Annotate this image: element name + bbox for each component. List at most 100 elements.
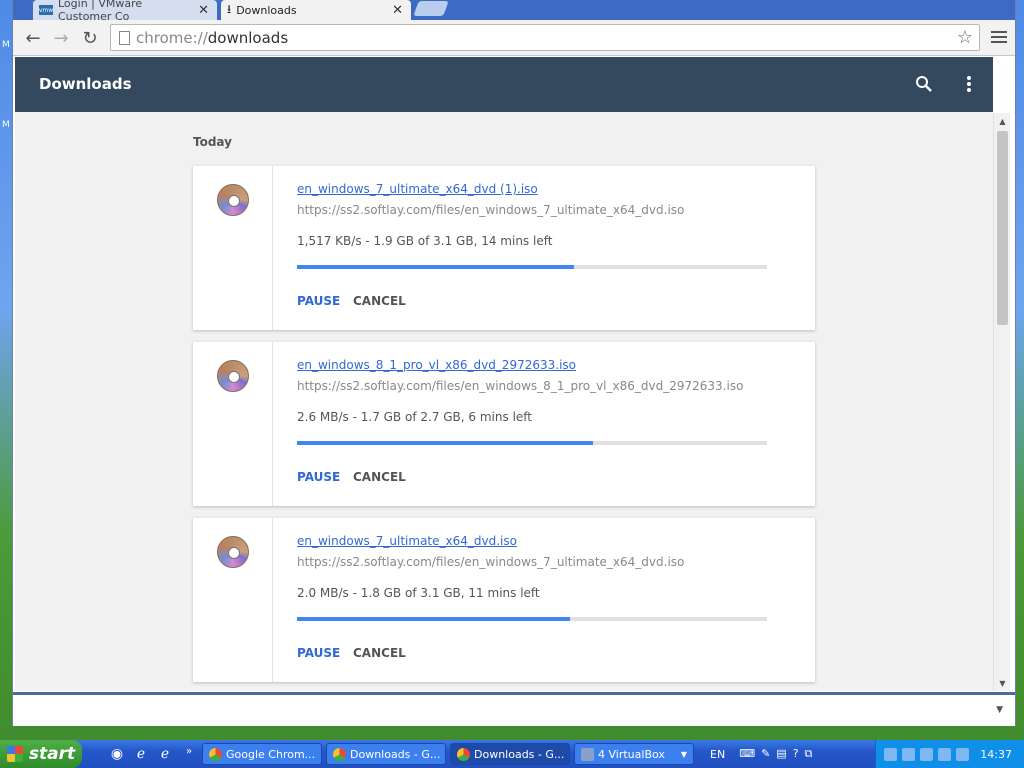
download-shelf: ▼ <box>13 692 1015 726</box>
pause-button[interactable]: PAUSE <box>297 646 340 660</box>
toolbar-icons: ⌨ ✎ ▤ ? ⧉ <box>739 747 812 761</box>
taskbar-button-label: Downloads - G... <box>474 747 565 761</box>
scroll-down-arrow-icon[interactable]: ▼ <box>994 677 1011 689</box>
system-tray: 14:37 <box>875 740 1024 768</box>
download-progress-bar <box>297 441 767 445</box>
url-path: downloads <box>207 28 289 47</box>
disc-image-icon <box>217 184 249 216</box>
close-tab-icon[interactable]: ✕ <box>392 3 403 18</box>
reload-icon[interactable]: ↻ <box>78 26 102 50</box>
file-name-link[interactable]: en_windows_7_ultimate_x64_dvd.iso <box>297 534 517 548</box>
pause-button[interactable]: PAUSE <box>297 294 340 308</box>
security-icon[interactable] <box>920 747 934 761</box>
download-status: 1,517 KB/s - 1.9 GB of 3.1 GB, 14 mins l… <box>297 234 553 248</box>
taskbar-button[interactable]: Downloads - G... <box>326 743 446 765</box>
vmware-icon: vmw <box>38 5 54 15</box>
volume-icon[interactable] <box>938 747 952 761</box>
tab-downloads[interactable]: ⭳ Downloads ✕ <box>221 0 411 20</box>
chat-icon[interactable]: ▤ <box>776 747 786 761</box>
pen-icon[interactable]: ✎ <box>761 747 770 761</box>
desktop-icon-label: M <box>2 40 10 50</box>
windows-logo-icon <box>6 746 23 762</box>
scrollbar-thumb[interactable] <box>997 131 1008 325</box>
ie-icon <box>209 747 222 761</box>
download-status: 2.6 MB/s - 1.7 GB of 2.7 GB, 6 mins left <box>297 410 533 424</box>
downloads-header: Downloads <box>15 57 993 112</box>
file-icon-column <box>193 518 273 682</box>
chrome-icon <box>457 747 470 761</box>
taskbar-button[interactable]: Google Chrom... <box>202 743 322 765</box>
file-name-link[interactable]: en_windows_7_ultimate_x64_dvd (1).iso <box>297 182 538 196</box>
search-tray-icon[interactable] <box>956 747 970 761</box>
desktop-icon-label: M <box>2 120 10 130</box>
chevron-right-icon[interactable]: » <box>180 746 198 762</box>
globe-icon[interactable]: ◉ <box>108 746 126 762</box>
taskbar-button[interactable]: Downloads - G... <box>450 743 570 765</box>
virtualbox-icon <box>581 747 594 761</box>
tab-vmware-login[interactable]: vmw Login | VMware Customer Co ✕ <box>33 0 217 23</box>
ie-icon[interactable]: ℯ <box>156 746 174 762</box>
file-icon-column <box>193 342 273 506</box>
chrome-menu-icon[interactable] <box>991 28 1007 46</box>
search-icon[interactable] <box>915 75 933 93</box>
forward-icon[interactable]: → <box>49 26 73 50</box>
network-icon[interactable] <box>884 747 898 761</box>
url-scheme: chrome:// <box>136 28 208 47</box>
group-dropdown-icon: ▼ <box>680 749 687 759</box>
download-progress-bar <box>297 617 767 621</box>
start-button[interactable]: start <box>0 740 82 768</box>
cancel-button[interactable]: CANCEL <box>353 646 406 660</box>
shelf-chevron-down-icon[interactable]: ▼ <box>996 705 1003 715</box>
date-section-title: Today <box>193 135 232 149</box>
address-bar[interactable]: chrome:// downloads ☆ <box>110 24 980 51</box>
chrome-icon <box>333 747 346 761</box>
bookmark-star-icon[interactable]: ☆ <box>957 27 973 48</box>
progress-fill <box>297 441 594 445</box>
file-name-link[interactable]: en_windows_8_1_pro_vl_x86_dvd_2972633.is… <box>297 358 576 372</box>
tab-strip: vmw Login | VMware Customer Co ✕ ⭳ Downl… <box>13 0 1015 23</box>
start-label: start <box>28 744 76 764</box>
download-icon: ⭳ <box>227 1 232 16</box>
help-icon[interactable]: ? <box>793 747 799 761</box>
download-item: en_windows_8_1_pro_vl_x86_dvd_2972633.is… <box>193 342 815 506</box>
taskbar-button-label: Google Chrom... <box>226 747 316 761</box>
disc-image-icon <box>217 536 249 568</box>
chrome-window: vmw Login | VMware Customer Co ✕ ⭳ Downl… <box>12 0 1016 726</box>
scroll-up-arrow-icon[interactable]: ▲ <box>994 115 1011 127</box>
source-url[interactable]: https://ss2.softlay.com/files/en_windows… <box>297 555 684 569</box>
browser-toolbar: ← → ↻ chrome:// downloads ☆ <box>13 20 1015 56</box>
back-icon[interactable]: ← <box>21 26 45 50</box>
progress-fill <box>297 265 575 269</box>
page-title: Downloads <box>39 75 132 93</box>
windows-taskbar: start ◉ ℯ ℯ » Google Chrom... Downloads … <box>0 740 1024 768</box>
taskbar-button-label: 4 VirtualBox <box>598 747 665 761</box>
taskbar-button[interactable]: 4 VirtualBox ▼ <box>574 743 694 765</box>
restore-icon[interactable]: ⧉ <box>805 747 813 761</box>
language-indicator[interactable]: EN <box>710 748 725 761</box>
download-progress-bar <box>297 265 767 269</box>
ie-icon[interactable]: ℯ <box>132 746 150 762</box>
taskbar-button-label: Downloads - G... <box>350 747 441 761</box>
source-url[interactable]: https://ss2.softlay.com/files/en_windows… <box>297 379 743 393</box>
cancel-button[interactable]: CANCEL <box>353 294 406 308</box>
close-tab-icon[interactable]: ✕ <box>198 3 209 18</box>
more-options-icon[interactable] <box>967 76 971 92</box>
pause-button[interactable]: PAUSE <box>297 470 340 484</box>
source-url[interactable]: https://ss2.softlay.com/files/en_windows… <box>297 203 684 217</box>
file-icon-column <box>193 166 273 330</box>
download-item: en_windows_7_ultimate_x64_dvd (1).iso ht… <box>193 166 815 330</box>
display-icon[interactable] <box>902 747 916 761</box>
page-scrollbar[interactable]: ▲ ▼ <box>993 113 1010 691</box>
disc-image-icon <box>217 360 249 392</box>
downloads-page: Downloads Today en_windows_7_ultimate_x6… <box>15 57 993 691</box>
clock[interactable]: 14:37 <box>980 748 1012 761</box>
new-tab-button[interactable] <box>413 1 449 16</box>
cancel-button[interactable]: CANCEL <box>353 470 406 484</box>
keyboard-icon[interactable]: ⌨ <box>739 747 755 761</box>
download-item: en_windows_7_ultimate_x64_dvd.iso https:… <box>193 518 815 682</box>
quick-launch: ◉ ℯ ℯ » <box>108 746 198 762</box>
tab-label: Downloads <box>236 3 297 17</box>
page-icon <box>119 30 130 45</box>
progress-fill <box>297 617 570 621</box>
download-status: 2.0 MB/s - 1.8 GB of 3.1 GB, 11 mins lef… <box>297 586 540 600</box>
